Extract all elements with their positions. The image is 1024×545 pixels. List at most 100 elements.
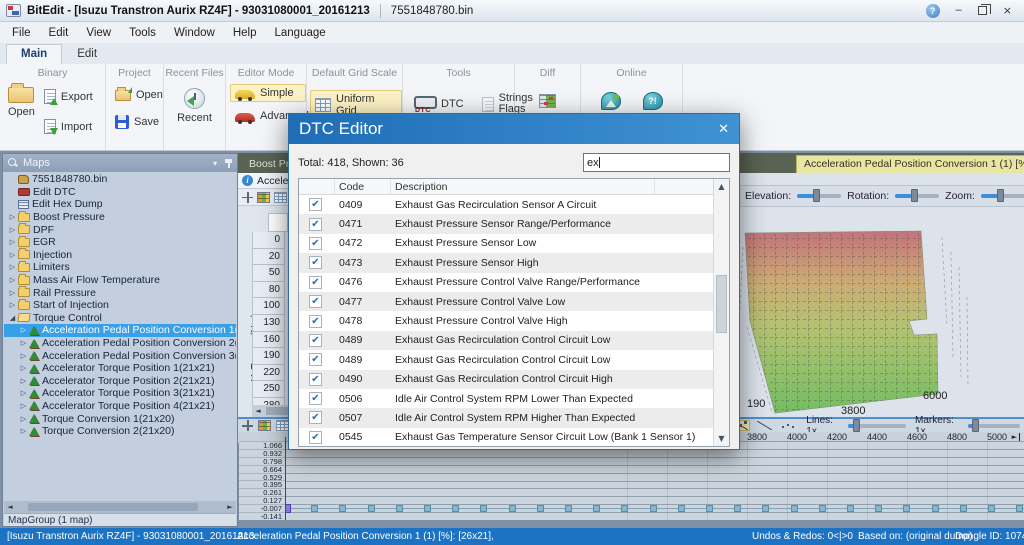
menu-view[interactable]: View: [86, 27, 111, 39]
tree-item[interactable]: ▷Mass Air Flow Temperature: [4, 274, 236, 287]
tree-item[interactable]: ▷Torque Conversion 2(21x20): [4, 425, 236, 438]
scroll-left-icon[interactable]: ◄: [4, 503, 16, 511]
dtc-row[interactable]: ✔0490Exhaust Gas Recirculation Control C…: [299, 370, 729, 389]
tree-item[interactable]: ▷EGR: [4, 236, 236, 249]
tree-item[interactable]: ▷Accelerator Torque Position 3(21x21): [4, 387, 236, 400]
dtc-row[interactable]: ✔0476Exhaust Pressure Control Valve Rang…: [299, 273, 729, 292]
grid-row-header[interactable]: 220: [252, 365, 285, 382]
expander-icon[interactable]: ▷: [7, 276, 18, 284]
menu-file[interactable]: File: [12, 27, 31, 39]
dtc-checkbox-checked[interactable]: ✔: [309, 431, 322, 444]
data-marker[interactable]: [903, 505, 910, 512]
dtc-checkbox-checked[interactable]: ✔: [309, 373, 322, 386]
doc-tab-active[interactable]: Acceleration Pedal Position Conversion 1…: [796, 155, 1024, 173]
rotation-slider[interactable]: [895, 194, 939, 198]
grid-row-header[interactable]: 50: [252, 265, 285, 282]
data-marker[interactable]: [480, 505, 487, 512]
tree-item[interactable]: ▷Injection: [4, 249, 236, 262]
data-marker[interactable]: [1016, 505, 1023, 512]
tree-item[interactable]: 7551848780.bin: [4, 173, 236, 186]
data-marker[interactable]: [847, 505, 854, 512]
checkbox-column-header[interactable]: [299, 179, 335, 194]
grid-row-header[interactable]: 190: [252, 348, 285, 365]
dialog-close-icon[interactable]: ✕: [718, 122, 729, 137]
tree-item[interactable]: ▷Start of Injection: [4, 299, 236, 312]
expander-icon[interactable]: ▷: [18, 352, 29, 360]
dtc-checkbox-checked[interactable]: ✔: [309, 334, 322, 347]
tab-edit[interactable]: Edit: [62, 44, 112, 64]
data-marker[interactable]: [396, 505, 403, 512]
tab-list-icon[interactable]: ▾: [1011, 158, 1016, 168]
data-marker[interactable]: [988, 505, 995, 512]
data-marker[interactable]: [565, 505, 572, 512]
dtc-checkbox-checked[interactable]: ✔: [309, 315, 322, 328]
close-button[interactable]: ×: [1003, 5, 1012, 16]
dtc-checkbox-checked[interactable]: ✔: [309, 256, 322, 269]
dtc-checkbox-checked[interactable]: ✔: [309, 198, 322, 211]
online-help-icon[interactable]: ?!: [643, 92, 663, 110]
dtc-checkbox-checked[interactable]: ✔: [309, 218, 322, 231]
tree-item[interactable]: ▷Acceleration Pedal Position Conversion …: [4, 349, 236, 362]
pin-icon[interactable]: [225, 158, 232, 168]
data-marker[interactable]: [678, 505, 685, 512]
open-project-button[interactable]: Open: [110, 86, 163, 104]
scrollbar-thumb[interactable]: [28, 503, 198, 511]
grid-row-header[interactable]: 160: [252, 332, 285, 349]
tree-item[interactable]: ▷Rail Pressure: [4, 286, 236, 299]
online-maps-icon[interactable]: [601, 92, 621, 110]
save-project-button[interactable]: Save: [110, 112, 163, 132]
scroll-up-icon[interactable]: ▲: [714, 179, 729, 194]
expander-icon[interactable]: ▷: [7, 238, 18, 246]
tab-main[interactable]: Main: [6, 44, 62, 64]
markers-scale-slider[interactable]: [968, 424, 1020, 428]
data-marker[interactable]: [960, 505, 967, 512]
data-marker[interactable]: [762, 505, 769, 512]
dtc-checkbox-checked[interactable]: ✔: [309, 353, 322, 366]
menu-tools[interactable]: Tools: [129, 27, 156, 39]
expander-icon[interactable]: ▷: [7, 213, 18, 221]
data-marker[interactable]: [819, 505, 826, 512]
dtc-search-input[interactable]: ex: [583, 153, 730, 172]
chevron-down-icon[interactable]: ▾: [213, 159, 217, 168]
data-marker[interactable]: [339, 505, 346, 512]
dtc-row[interactable]: ✔0545Exhaust Gas Temperature Sensor Circ…: [299, 428, 729, 447]
dialog-scrollbar[interactable]: ▲ ▼: [713, 179, 729, 446]
export-button[interactable]: Export: [39, 86, 98, 107]
import-button[interactable]: Import: [39, 116, 98, 137]
dtc-checkbox-checked[interactable]: ✔: [309, 276, 322, 289]
description-column-header[interactable]: Description: [391, 179, 655, 194]
grid-row-header[interactable]: 250: [252, 381, 285, 398]
expander-icon[interactable]: ▷: [18, 326, 29, 334]
tree-item[interactable]: ▷DPF: [4, 223, 236, 236]
expander-icon[interactable]: ▷: [7, 289, 18, 297]
menu-language[interactable]: Language: [275, 27, 326, 39]
minimize-button[interactable]: –: [956, 5, 962, 16]
bottom-chart-plot[interactable]: [286, 441, 1024, 520]
tree-item[interactable]: ▷Boost Pressure: [4, 211, 236, 224]
tree-item[interactable]: ▷Accelerator Torque Position 2(21x21): [4, 375, 236, 388]
dialog-title-bar[interactable]: DTC Editor ✕: [289, 114, 739, 144]
menu-help[interactable]: Help: [233, 27, 257, 39]
expander-icon[interactable]: ▷: [18, 339, 29, 347]
code-column-header[interactable]: Code: [335, 179, 391, 194]
tree-item[interactable]: ▷Limiters: [4, 261, 236, 274]
data-marker[interactable]: [932, 505, 939, 512]
data-marker[interactable]: [706, 505, 713, 512]
lines-scale-slider[interactable]: [848, 424, 906, 428]
tree-item[interactable]: ▷Acceleration Pedal Position Conversion …: [4, 337, 236, 350]
zoom-slider[interactable]: [981, 194, 1024, 198]
data-marker[interactable]: [509, 505, 516, 512]
tree-item[interactable]: Edit DTC: [4, 186, 236, 199]
tree-item[interactable]: Edit Hex Dump: [4, 198, 236, 211]
expander-icon[interactable]: ▷: [18, 364, 29, 372]
grid-row-header[interactable]: 0: [252, 232, 285, 249]
colored-grid-icon[interactable]: [257, 192, 270, 203]
expander-icon[interactable]: ▷: [7, 301, 18, 309]
expander-icon[interactable]: ▷: [7, 263, 18, 271]
tree-item[interactable]: ▷Accelerator Torque Position 1(21x21): [4, 362, 236, 375]
axis-scroll-icon[interactable]: ►: [1012, 433, 1020, 441]
expander-icon[interactable]: ▷: [18, 427, 29, 435]
tree-item[interactable]: ▷Acceleration Pedal Position Conversion …: [4, 324, 236, 337]
help-icon[interactable]: ?: [926, 4, 940, 18]
markers-only-icon[interactable]: [781, 422, 795, 430]
